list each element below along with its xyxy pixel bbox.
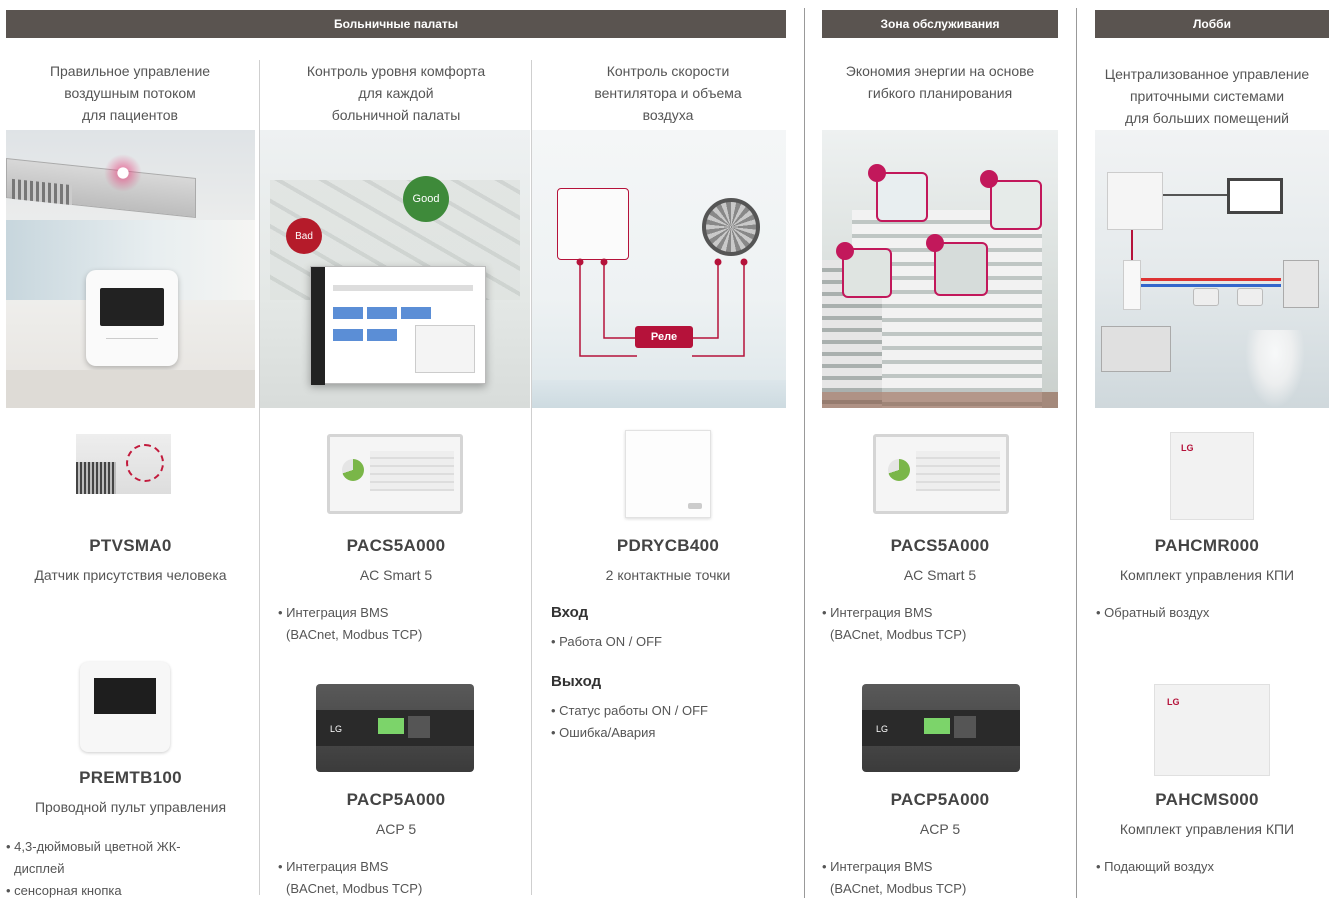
hero-image-lobby-system <box>1095 130 1329 408</box>
product-description: AC Smart 5 <box>359 567 433 583</box>
ahu-module-image <box>1123 260 1141 310</box>
sensor-highlight-icon <box>104 154 142 192</box>
feature-list: • Интеграция BMS (BACnet, Modbus TCP) <box>822 605 967 642</box>
product-code: PDRYCB400 <box>616 536 720 555</box>
product-code: PACP5A000 <box>890 790 990 809</box>
cassette-unit-image <box>1237 288 1263 306</box>
ac-smart-product-image <box>327 434 463 514</box>
product-code: PACS5A000 <box>890 536 990 555</box>
product-code: PAHCMR000 <box>1154 536 1260 555</box>
product-description: Датчик присутствия человека <box>34 567 227 583</box>
feature-list: • Подающий воздух <box>1096 859 1214 874</box>
product-code: PACS5A000 <box>346 536 446 555</box>
column-5-intro: Централизованное управление приточными си… <box>1104 66 1310 126</box>
product-description: 2 контактные точки <box>605 567 731 583</box>
input-heading: Вход <box>551 604 589 621</box>
cassette-unit-image <box>1193 288 1219 306</box>
product-description: Комплект управления КПИ <box>1119 821 1295 837</box>
header-service-zone: Зона обслуживания <box>822 10 1058 38</box>
column-4-intro: Экономия энергии на основе гибкого планир… <box>845 63 1035 101</box>
wired-controller-image <box>86 270 178 366</box>
dashboard-screen-image <box>310 266 486 385</box>
schedule-icon <box>876 172 928 222</box>
acp-controller-product-image: LG <box>316 684 474 772</box>
user-icon <box>990 180 1042 230</box>
dry-contact-product-image <box>625 430 711 518</box>
relay-wiring <box>576 258 748 357</box>
acp-controller-product-image: LG <box>862 684 1020 772</box>
output-heading: Выход <box>551 673 602 690</box>
header-lobby: Лобби <box>1095 10 1329 38</box>
header-wards: Больничные палаты <box>6 10 786 38</box>
control-panel-image <box>1107 172 1163 230</box>
wired-remote-product-image <box>80 662 170 752</box>
product-description: ACP 5 <box>919 821 961 837</box>
hero-image-hospital-building <box>822 130 1058 408</box>
product-code: PREMTB100 <box>79 768 182 787</box>
ahu-kit-product-image: LG <box>1154 684 1270 776</box>
feature-list: • Интеграция BMS (BACnet, Modbus TCP) <box>278 859 423 896</box>
calendar-icon <box>934 242 988 296</box>
good-badge: Good <box>403 176 449 222</box>
feature-list: • 4,3-дюймовый цветной ЖК- дисплей • сен… <box>6 839 181 898</box>
product-code: PAHCMS000 <box>1155 790 1259 809</box>
product-description: AC Smart 5 <box>903 567 977 583</box>
relay-badge: Реле <box>635 326 693 348</box>
product-description: ACP 5 <box>375 821 417 837</box>
product-description: Проводной пульт управления <box>34 799 227 815</box>
column-1-intro: Правильное управление воздушным потоком дл… <box>49 63 211 123</box>
hero-image-patient-room <box>6 130 255 408</box>
bad-badge: Bad <box>286 218 322 254</box>
product-code: PTVSMA0 <box>89 536 172 555</box>
product-description: Комплект управления КПИ <box>1119 567 1295 583</box>
hero-image-ward-comfort: Good Bad <box>260 130 530 408</box>
outdoor-unit-image <box>1283 260 1319 308</box>
input-list: • Работа ON / OFF <box>551 634 663 649</box>
hero-image-relay-diagram: Реле <box>532 130 786 408</box>
air-handling-unit-image <box>1101 326 1171 372</box>
ahu-kit-product-image: LG <box>1170 432 1254 520</box>
section-separator <box>1076 8 1077 898</box>
sensor-product-image <box>76 434 171 494</box>
product-code: PACP5A000 <box>346 790 446 809</box>
ac-smart-product-image <box>873 434 1009 514</box>
output-list: • Статус работы ON / OFF • Ошибка/Авария <box>551 703 708 740</box>
column-2-intro: Контроль уровня комфорта для каждой больни… <box>306 63 486 123</box>
section-separator <box>804 8 805 898</box>
feature-list: • Интеграция BMS (BACnet, Modbus TCP) <box>822 859 967 896</box>
monitor-image <box>1227 178 1283 214</box>
column-3-intro: Контроль скорости вентилятора и объема воз… <box>594 63 742 123</box>
feature-list: • Интеграция BMS (BACnet, Modbus TCP) <box>278 605 423 642</box>
feature-list: • Обратный воздух <box>1096 605 1210 620</box>
